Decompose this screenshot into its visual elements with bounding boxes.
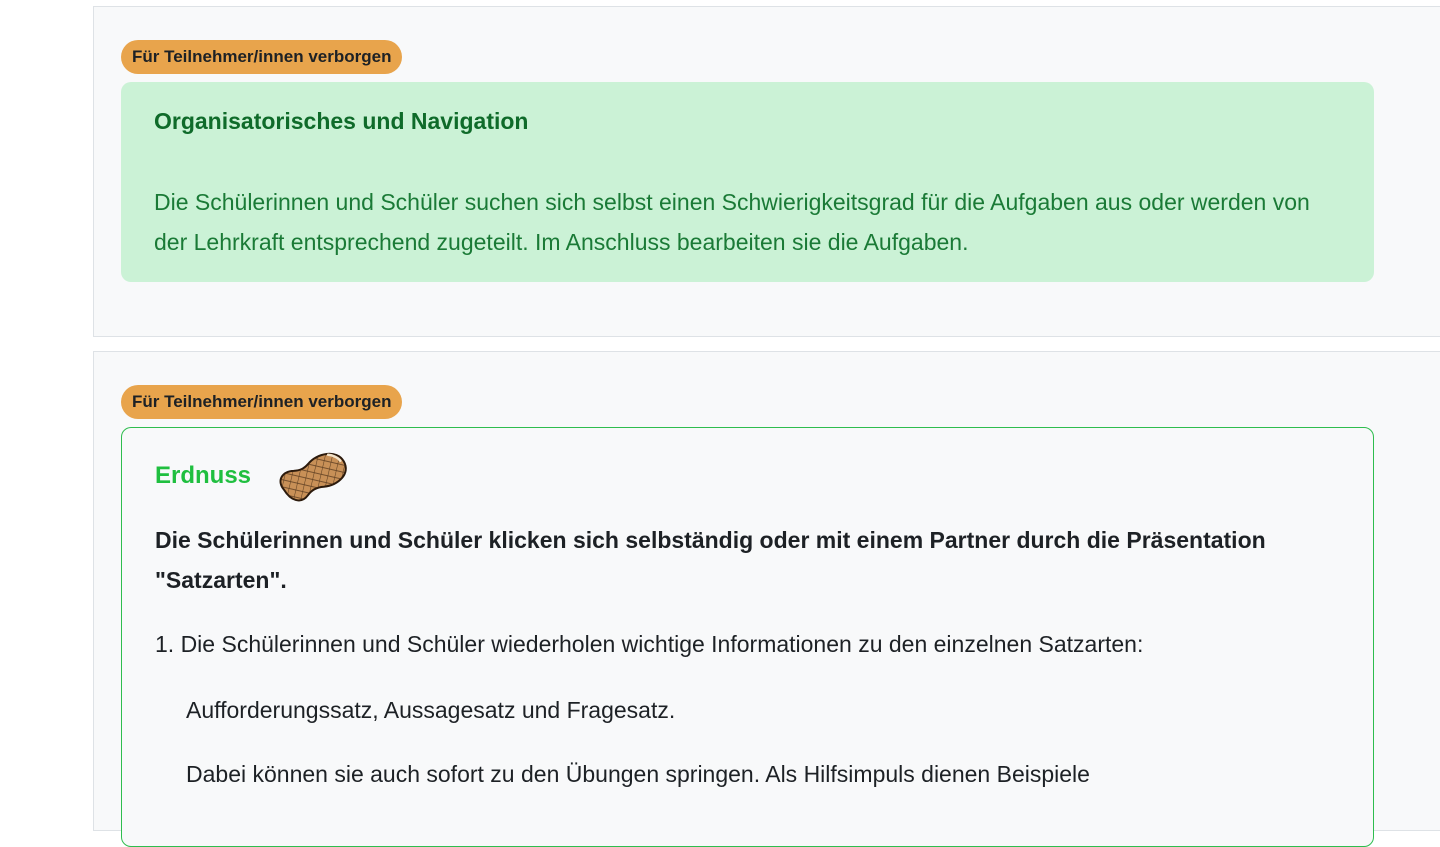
peanut-icon <box>279 452 347 502</box>
info-box-title: Organisatorisches und Navigation <box>154 108 529 134</box>
task-step-1-more: Dabei können sie auch sofort zu den Übun… <box>186 761 1090 787</box>
activity-section-organisation: Für Teilnehmer/innen verborgen Organisat… <box>93 6 1440 337</box>
hidden-from-participants-badge: Für Teilnehmer/innen verborgen <box>121 40 403 74</box>
task-lead-text: Die Schülerinnen und Schüler klicken sic… <box>155 527 1266 593</box>
task-step-1-detail: Aufforderungssatz, Aussagesatz und Frage… <box>186 697 676 723</box>
task-step-1: 1. Die Schülerinnen und Schüler wiederho… <box>155 631 1144 657</box>
activity-section-erdnuss: Für Teilnehmer/innen verborgen Erdnuss D… <box>93 351 1440 847</box>
hidden-from-participants-badge: Für Teilnehmer/innen verborgen <box>121 385 403 419</box>
level-header: Erdnuss <box>155 446 1340 506</box>
level-title: Erdnuss <box>155 462 252 489</box>
info-box-organisation: Organisatorisches und Navigation Die Sch… <box>121 82 1374 282</box>
level-box-erdnuss: Erdnuss Die Schülerinnen und Schüler kli… <box>121 427 1374 847</box>
info-box-text: Die Schülerinnen und Schüler suchen sich… <box>154 189 1310 255</box>
